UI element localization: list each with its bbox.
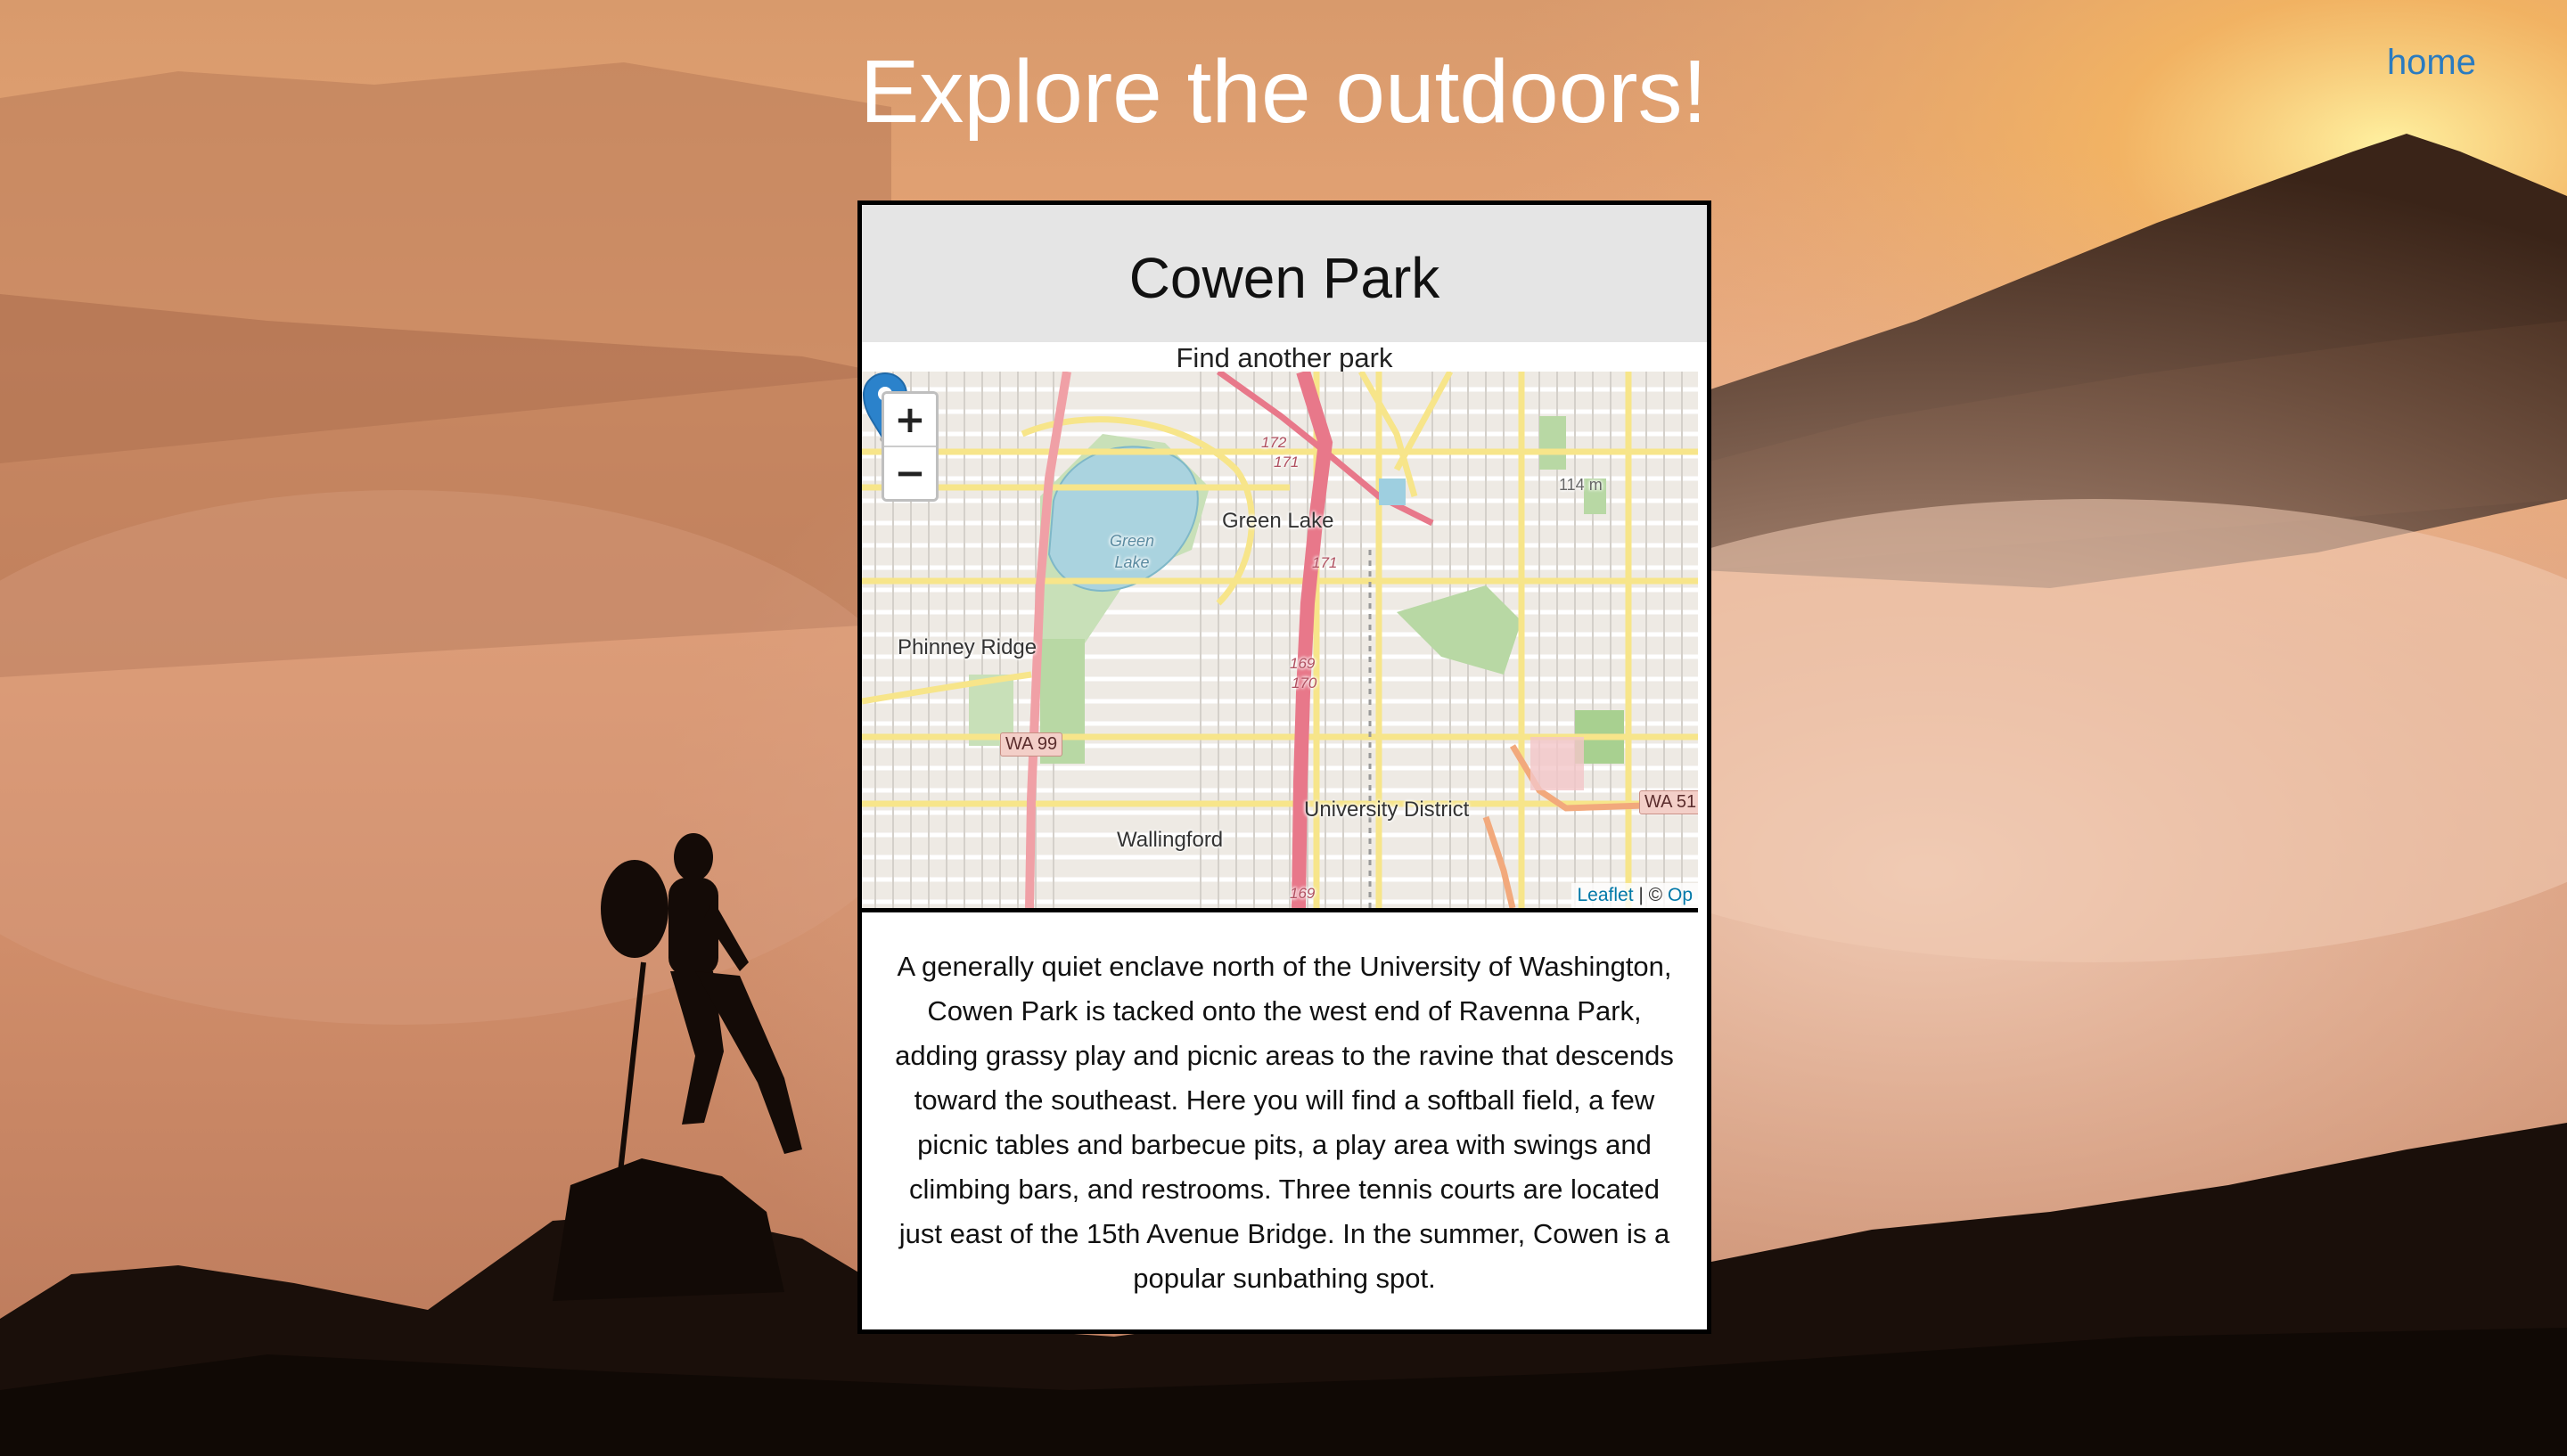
park-card-header: Cowen Park <box>862 205 1707 342</box>
map-exit-label: 172 <box>1261 434 1287 451</box>
map-label-university-district: University District <box>1304 798 1470 822</box>
attribution-separator: | © <box>1633 885 1668 905</box>
park-map[interactable]: Green Lake Green Lake Phinney Ridge Univ… <box>862 372 1698 912</box>
map-exit-label: 171 <box>1312 554 1338 571</box>
zoom-in-button[interactable]: + <box>884 394 936 446</box>
map-label-green-lake: Green Lake <box>1222 509 1334 533</box>
map-label-wallingford: Wallingford <box>1117 828 1224 852</box>
map-exit-label: 169 <box>1290 655 1316 672</box>
page-title: Explore the outdoors! <box>859 42 1708 142</box>
park-description: A generally quiet enclave north of the U… <box>895 951 1674 1294</box>
leaflet-link[interactable]: Leaflet <box>1577 885 1633 905</box>
map-label-green-lake-water: Green Lake <box>1109 532 1155 571</box>
map-shield-wa99: WA 99 <box>1000 732 1063 757</box>
map-exit-label: 169 <box>1290 885 1316 902</box>
zoom-out-button[interactable]: − <box>884 446 936 499</box>
park-card: Cowen Park Find another park Green Lake … <box>857 200 1711 1334</box>
zoom-control: + − <box>882 391 939 502</box>
osm-link[interactable]: Op <box>1668 885 1693 905</box>
map-label-phinney-ridge: Phinney Ridge <box>898 635 1037 659</box>
find-another-park-link[interactable]: Find another park <box>862 342 1707 373</box>
home-link[interactable]: home <box>2387 43 2476 83</box>
map-exit-label: 171 <box>1274 454 1300 470</box>
map-shield-wa51: WA 51 <box>1639 790 1698 814</box>
map-exit-label: 170 <box>1292 675 1317 691</box>
park-name: Cowen Park <box>1128 246 1440 310</box>
map-attribution: Leaflet | © Op <box>1571 883 1698 908</box>
map-label-elevation: 114 m <box>1559 476 1603 494</box>
